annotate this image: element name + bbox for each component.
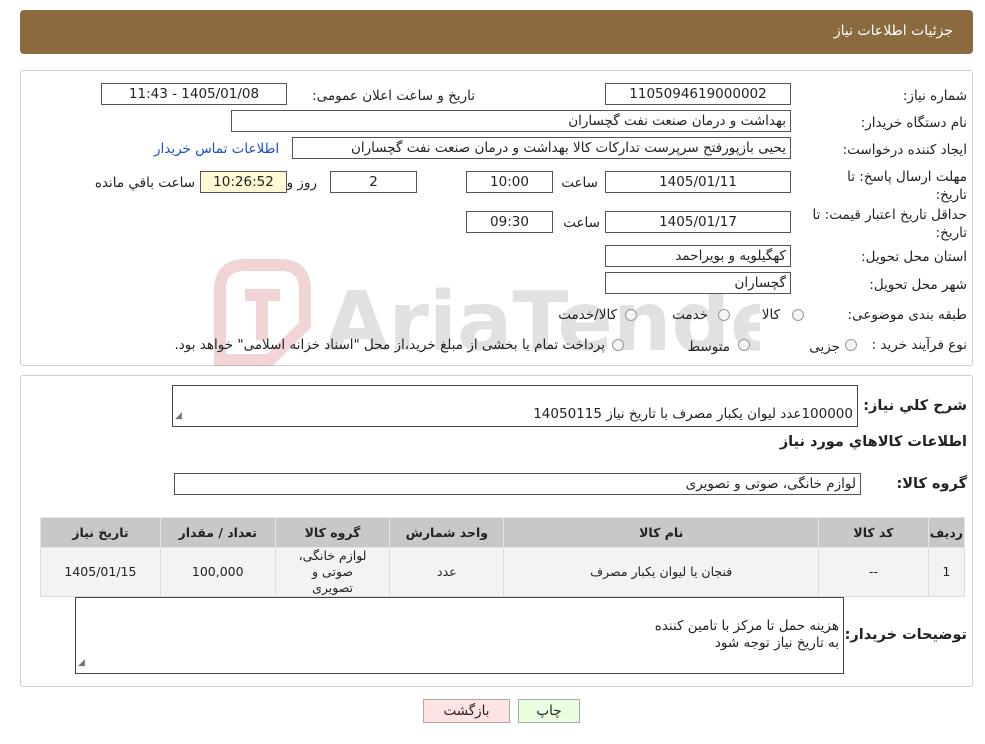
deadline-time-label: ساعت [561,175,598,191]
deadline-label: مهلت ارسال پاسخ: تا تاریخ: [847,169,967,203]
remaining-time-field: 10:26:52 [200,171,287,193]
category-goods-label: کالا [761,307,780,323]
category-label: طبقه بندی موضوعی: [847,307,967,323]
resize-grip-icon[interactable]: ◢ [175,408,182,425]
process-note: پرداخت تمام یا بخشی از مبلغ خرید،از محل … [174,337,605,353]
creator-field: یحیی بازپورفتح سرپرست تدارکات کالا بهداش… [292,137,791,159]
deadline-date-field: 1405/01/11 [605,171,791,193]
announce-date-field: 1405/01/08 - 11:43 [101,83,287,105]
category-service-radio[interactable] [718,309,730,321]
validity-label: حداقل تاریخ اعتبار قیمت: تا تاریخ: [812,207,967,241]
process-minor-label: جزیی [809,339,840,355]
validity-time-label: ساعت [563,215,600,231]
col-date: تاریخ نیاز [40,517,161,548]
resize-grip-icon[interactable]: ◢ [78,655,85,672]
buyer-org-label: نام دستگاه خریدار: [860,115,967,131]
process-minor-radio[interactable] [845,339,857,351]
summary-label: شرح کلي نياز: [863,398,967,414]
goods-table: رديف کد کالا نام کالا واحد شمارش گروه کا… [40,517,966,597]
goods-group-label: گروه کالا: [896,476,967,492]
cell-name: فنجان یا لیوان یکبار مصرف [503,547,820,597]
buyer-notes-text: هزینه حمل تا مرکز با تامین کننده به تاری… [654,618,839,651]
process-medium-label: متوسط [687,339,730,355]
print-button[interactable]: چاپ [518,699,580,723]
cell-unit: عدد [389,547,505,597]
need-number-field: 1105094619000002 [605,83,791,105]
buyer-notes-textarea[interactable]: هزینه حمل تا مرکز با تامین کننده به تاری… [75,597,844,674]
city-label: شهر محل تحویل: [869,277,967,293]
col-code: کد کالا [818,517,929,548]
col-group: گروه کالا [274,517,391,548]
table-row: 1 -- فنجان یا لیوان یکبار مصرف عدد لوازم… [40,547,966,597]
deadline-time-field: 10:00 [466,171,553,193]
process-medium-radio[interactable] [738,339,750,351]
col-name: نام کالا [503,517,820,548]
page-title-bar: جزئیات اطلاعات نیاز [20,10,973,54]
city-field: گچساران [605,272,791,294]
cell-code: -- [818,547,929,597]
announce-label: تاریخ و ساعت اعلان عمومی: [312,88,475,104]
goods-group-field: لوازم خانگی، صوتی و تصویری [174,473,861,495]
buyer-contact-link[interactable]: اطلاعات تماس خریدار [154,141,279,157]
goods-info-heading: اطلاعات کالاهاي مورد نياز [779,434,967,450]
buyer-notes-label: توضیحات خریدار: [844,627,967,643]
process-note-radio[interactable] [612,339,624,351]
days-label: روز و [286,175,317,191]
remaining-label: ساعت باقي مانده [94,175,195,191]
process-label: نوع فرآیند خرید : [871,337,967,353]
days-remaining-field: 2 [330,171,417,193]
creator-label: ایجاد کننده درخواست: [842,142,967,158]
summary-text: 100000عدد لیوان یکبار مصرف با تاریخ نیاز… [533,406,853,422]
summary-textarea[interactable]: 100000عدد لیوان یکبار مصرف با تاریخ نیاز… [172,385,858,427]
category-goods-service-radio[interactable] [625,309,637,321]
goods-table-header: رديف کد کالا نام کالا واحد شمارش گروه کا… [40,517,966,548]
category-service-label: خدمت [672,307,708,323]
need-number-label: شماره نیاز: [902,88,967,104]
cell-date: 1405/01/15 [40,547,161,597]
cell-row: 1 [927,547,966,597]
cell-quantity: 100,000 [159,547,276,597]
col-row: رديف [927,517,966,548]
category-goods-service-label: کالا/خدمت [558,307,617,323]
province-label: استان محل تحویل: [861,249,967,265]
cell-group: لوازم خانگی، صوتی و تصویری [274,547,391,597]
province-field: کهگیلویه و بویراحمد [605,245,791,267]
page-title: جزئیات اطلاعات نیاز [833,23,953,39]
validity-time-field: 09:30 [466,211,553,233]
buyer-org-field: بهداشت و درمان صنعت نفت گچساران [231,110,791,132]
category-goods-radio[interactable] [792,309,804,321]
col-unit: واحد شمارش [389,517,505,548]
back-button[interactable]: بازگشت [423,699,510,723]
col-quantity: تعداد / مقدار [159,517,276,548]
validity-date-field: 1405/01/17 [605,211,791,233]
